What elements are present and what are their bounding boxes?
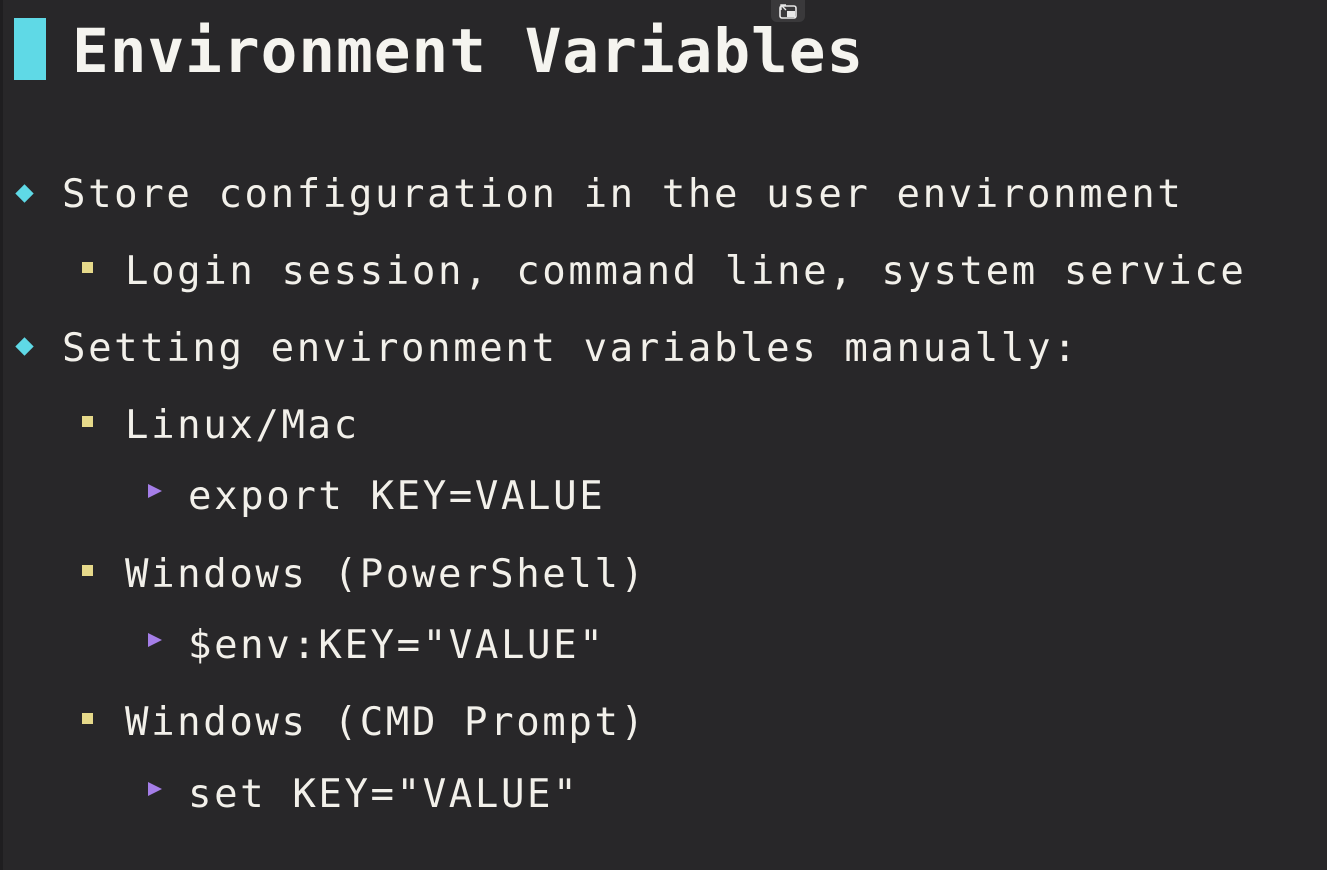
- triangle-bullet-icon: [148, 633, 162, 647]
- diamond-bullet-icon: [15, 184, 34, 203]
- triangle-bullet-icon: [148, 484, 162, 498]
- bullet-item: Setting environment variables manually:: [62, 326, 1080, 371]
- diamond-bullet-icon: [15, 337, 34, 356]
- bullet-item: Windows (PowerShell): [125, 552, 647, 597]
- triangle-bullet-icon: [148, 782, 162, 796]
- slide-title: Environment Variables: [72, 16, 865, 87]
- slide: Environment Variables Store configuratio…: [0, 0, 1327, 870]
- bullet-item: Login session, command line, system serv…: [125, 249, 1247, 294]
- bullet-item: set KEY="VALUE": [188, 772, 580, 817]
- bullet-item: $env:KEY="VALUE": [188, 623, 606, 668]
- square-bullet-icon: [82, 262, 93, 273]
- square-bullet-icon: [82, 713, 93, 724]
- square-bullet-icon: [82, 565, 93, 576]
- bullet-item: Linux/Mac: [125, 403, 360, 448]
- left-edge: [0, 0, 3, 870]
- picture-in-picture-icon[interactable]: [771, 0, 805, 22]
- bullet-item: Windows (CMD Prompt): [125, 700, 647, 745]
- title-accent-bar: [14, 18, 46, 80]
- bullet-item: export KEY=VALUE: [188, 474, 606, 519]
- bullet-item: Store configuration in the user environm…: [62, 172, 1184, 217]
- square-bullet-icon: [82, 416, 93, 427]
